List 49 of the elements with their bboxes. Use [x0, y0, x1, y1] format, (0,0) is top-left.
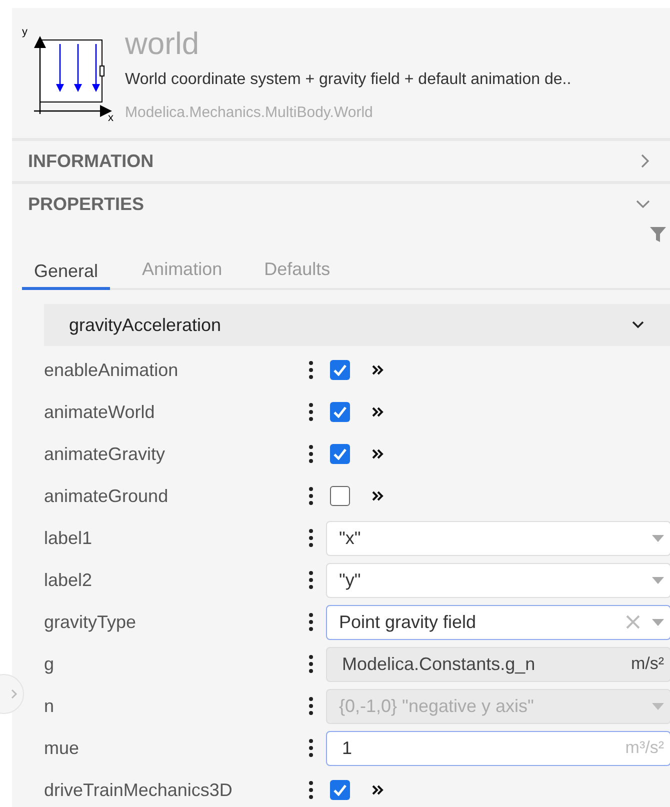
input-field[interactable]: 1 m³/s²	[326, 730, 670, 766]
double-chevron-icon[interactable]	[372, 365, 384, 375]
parameter-label: animateGravity	[44, 442, 166, 466]
parameter-label: mue	[44, 736, 80, 760]
chevron-right-icon	[10, 688, 18, 700]
component-path: Modelica.Mechanics.MultiBody.World	[125, 103, 374, 123]
dropdown-field[interactable]: "y"	[326, 562, 670, 598]
parameter-label: label1	[44, 526, 94, 550]
parameter-label: animateGround	[44, 484, 170, 508]
tab[interactable]: General	[22, 259, 110, 290]
chevron-right-icon	[641, 154, 650, 168]
parameter-label: enableAnimation	[44, 358, 180, 382]
checkbox[interactable]	[330, 444, 350, 464]
axis-label: y	[22, 26, 28, 38]
checkbox[interactable]	[330, 780, 350, 800]
component-title: world	[125, 26, 200, 62]
component-description: World coordinate system + gravity field + default animation de..	[125, 70, 572, 90]
kebab-menu-icon[interactable]	[309, 529, 313, 547]
kebab-menu-icon[interactable]	[309, 739, 313, 757]
kebab-menu-icon[interactable]	[309, 613, 313, 631]
chevron-down-icon	[636, 200, 650, 208]
axis-label: x	[108, 112, 114, 124]
double-chevron-icon[interactable]	[372, 407, 384, 417]
checkbox[interactable]	[330, 360, 350, 380]
parameter-label: label2	[44, 568, 94, 592]
kebab-menu-icon[interactable]	[309, 403, 313, 421]
checkbox[interactable]	[330, 486, 350, 506]
kebab-menu-icon[interactable]	[309, 445, 313, 463]
parameter-label: driveTrainMechanics3D	[44, 778, 234, 802]
parameter-label: g	[44, 652, 56, 676]
chevron-down-icon	[632, 321, 644, 329]
kebab-menu-icon[interactable]	[309, 571, 313, 589]
kebab-menu-icon[interactable]	[309, 655, 313, 673]
filter-icon[interactable]	[650, 226, 666, 242]
section-header[interactable]: PROPERTIES	[12, 181, 670, 224]
kebab-menu-icon[interactable]	[309, 361, 313, 379]
double-chevron-icon[interactable]	[372, 491, 384, 501]
section-header[interactable]: INFORMATION	[12, 138, 670, 181]
kebab-menu-icon[interactable]	[309, 487, 313, 505]
kebab-menu-icon[interactable]	[309, 697, 313, 715]
checkbox[interactable]	[330, 402, 350, 422]
group-header[interactable]: gravityAcceleration	[44, 304, 670, 346]
parameter-label: n	[44, 694, 56, 718]
parameter-label: gravityType	[44, 610, 138, 634]
kebab-menu-icon[interactable]	[309, 781, 313, 799]
dropdown-field[interactable]: "x"	[326, 520, 670, 556]
double-chevron-icon[interactable]	[372, 785, 384, 795]
double-chevron-icon[interactable]	[372, 449, 384, 459]
parameter-label: animateWorld	[44, 400, 156, 424]
